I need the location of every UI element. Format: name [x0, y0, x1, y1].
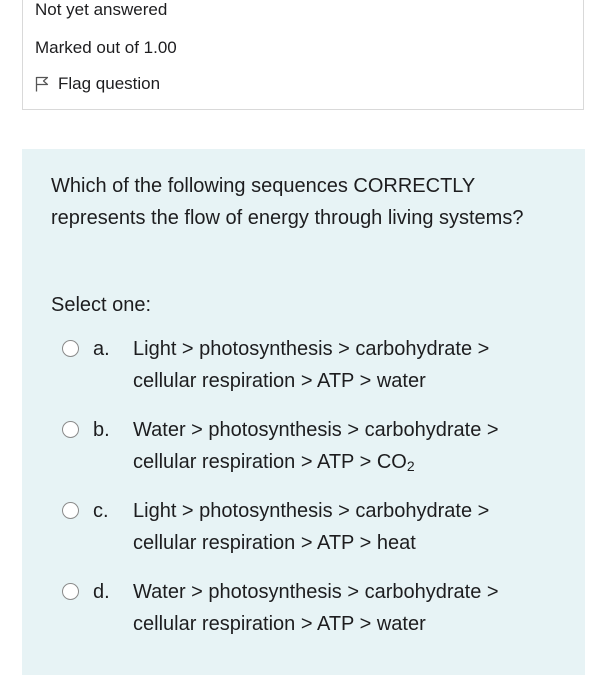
option-text: Water > photosynthesis > carbohydrate > … [133, 576, 553, 640]
option-letter: a. [93, 338, 110, 360]
flag-question-label: Flag question [58, 74, 161, 93]
flag-question-link[interactable]: Flag question [35, 74, 160, 94]
radio-button[interactable] [62, 340, 79, 357]
question-state: Not yet answered [35, 0, 168, 19]
option-letter: d. [93, 581, 110, 603]
option-text-line1: Light > photosynthesis > carbohydrate > [133, 338, 490, 360]
option-text-line1: Water > photosynthesis > carbohydrate > [133, 581, 499, 603]
answer-option-d[interactable]: d. Water > photosynthesis > carbohydrate… [62, 576, 562, 640]
option-text: Water > photosynthesis > carbohydrate > … [133, 414, 553, 478]
flag-icon [35, 76, 49, 92]
option-letter: c. [93, 500, 109, 522]
option-letter: b. [93, 419, 110, 441]
answer-option-b[interactable]: b. Water > photosynthesis > carbohydrate… [62, 414, 562, 478]
question-grade: Marked out of 1.00 [35, 38, 177, 57]
question-info-panel: Not yet answered Marked out of 1.00 Flag… [22, 0, 584, 110]
answer-option-c[interactable]: c. Light > photosynthesis > carbohydrate… [62, 495, 562, 559]
option-text-line2: cellular respiration > ATP > water [133, 613, 426, 635]
option-text: Light > photosynthesis > carbohydrate > … [133, 495, 553, 559]
option-text-line1: Light > photosynthesis > carbohydrate > [133, 500, 490, 522]
option-text-line2: cellular respiration > ATP > heat [133, 532, 416, 554]
select-one-prompt: Select one: [51, 294, 152, 316]
radio-button[interactable] [62, 502, 79, 519]
option-text-line2: cellular respiration > ATP > CO [133, 451, 407, 473]
question-text: Which of the following sequences CORRECT… [51, 175, 524, 229]
subscript-2: 2 [406, 458, 415, 474]
answer-option-a[interactable]: a. Light > photosynthesis > carbohydrate… [62, 333, 562, 397]
question-content: Which of the following sequences CORRECT… [22, 149, 585, 675]
option-text: Light > photosynthesis > carbohydrate > … [133, 333, 553, 397]
radio-button[interactable] [62, 583, 79, 600]
radio-button[interactable] [62, 421, 79, 438]
option-text-line1: Water > photosynthesis > carbohydrate > [133, 419, 499, 441]
option-text-line2: cellular respiration > ATP > water [133, 370, 426, 392]
